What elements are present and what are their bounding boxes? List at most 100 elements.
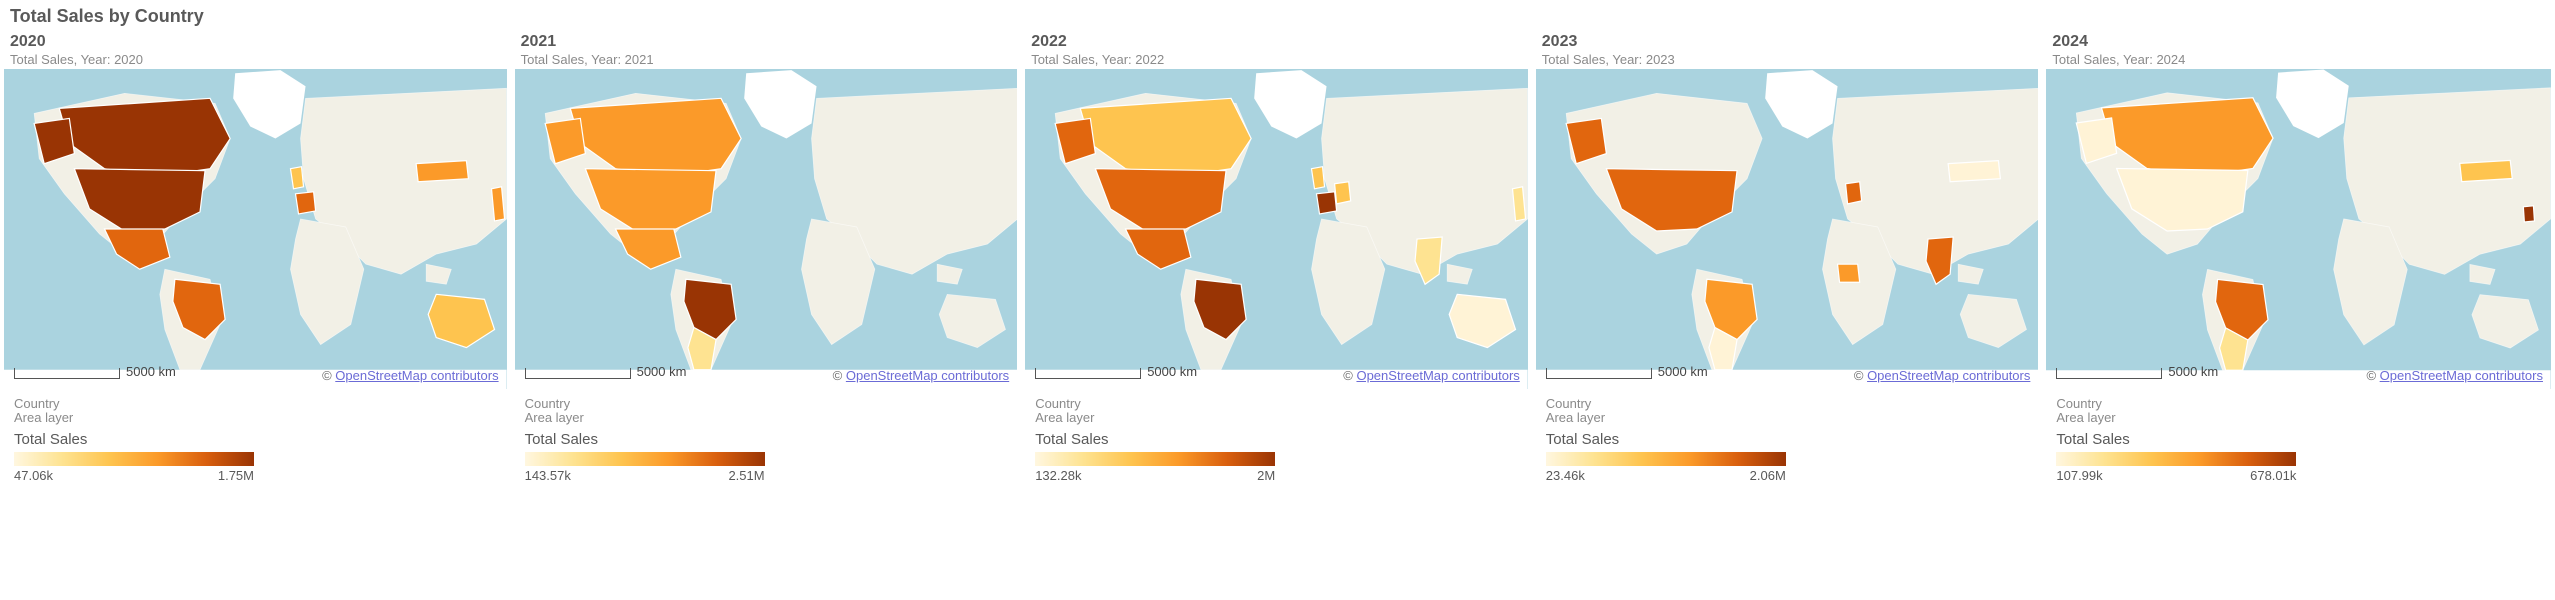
page-title: Total Sales by Country [0,0,2555,29]
legend-dim-sub: Area layer [1035,411,1520,431]
country-mongolia[interactable] [2460,160,2512,181]
legend-gradient [1546,452,1786,466]
attribution-prefix: © [322,368,335,383]
scale-label: 5000 km [126,364,176,379]
country-germany[interactable] [1845,182,1861,204]
legend-min: 143.57k [525,468,571,483]
legend-measure-label: Total Sales [525,431,1010,452]
country-mexico[interactable] [1126,229,1191,269]
choropleth-map[interactable]: 5000 km © OpenStreetMap contributors [515,69,1020,389]
scale-label: 5000 km [1147,364,1197,379]
panel-subtitle: Total Sales, Year: 2022 [1031,51,1524,67]
map-attribution: © OpenStreetMap contributors [833,368,1010,383]
legend-dim-title: Country [14,397,499,411]
country-uk[interactable] [290,167,303,189]
map-attribution: © OpenStreetMap contributors [2366,368,2543,383]
map-panels: 2020Total Sales, Year: 2020 5000 km © Open… [0,29,2555,497]
osm-attribution-link[interactable]: OpenStreetMap contributors [2380,368,2543,383]
scale-label: 5000 km [2168,364,2218,379]
legend-gradient [1035,452,1275,466]
legend-dim-sub: Area layer [1546,411,2031,431]
country-mongolia[interactable] [1948,161,2000,182]
scale-label: 5000 km [1658,364,1708,379]
legend: CountryArea layerTotal Sales132.28k2M [1025,389,1530,490]
legend-min: 23.46k [1546,468,1585,483]
legend-dim-title: Country [1035,397,1520,411]
osm-attribution-link[interactable]: OpenStreetMap contributors [335,368,498,383]
country-uk[interactable] [1312,167,1325,189]
choropleth-map[interactable]: 5000 km © OpenStreetMap contributors [2046,69,2551,389]
choropleth-map[interactable]: 5000 km © OpenStreetMap contributors [1025,69,1530,389]
choropleth-map[interactable]: 5000 km © OpenStreetMap contributors [1536,69,2041,389]
choropleth-map[interactable]: 5000 km © OpenStreetMap contributors [4,69,509,389]
legend-gradient [2056,452,2296,466]
panel-subtitle: Total Sales, Year: 2020 [10,51,503,67]
legend-dim-title: Country [1546,397,2031,411]
country-japan[interactable] [492,187,505,221]
legend-max: 1.75M [218,468,254,483]
scale-bar: 5000 km [2056,364,2218,379]
osm-attribution-link[interactable]: OpenStreetMap contributors [1867,368,2030,383]
legend-range: 23.46k2.06M [1546,468,1786,483]
map-attribution: © OpenStreetMap contributors [1854,368,2031,383]
legend-measure-label: Total Sales [14,431,499,452]
country-japan[interactable] [1513,187,1526,221]
panel-year-label: 2020 [10,33,503,51]
legend-gradient [14,452,254,466]
scale-bar: 5000 km [14,364,176,379]
legend-range: 143.57k 2.51M [525,468,765,483]
map-panel-2022: 2022Total Sales, Year: 2022 5000 km © Open… [1025,29,1530,489]
panel-subtitle: Total Sales, Year: 2024 [2052,51,2545,67]
country-france[interactable] [1317,192,1337,214]
panel-subtitle: Total Sales, Year: 2023 [1542,51,2035,67]
panel-header: 2023Total Sales, Year: 2023 [1536,29,2041,69]
panel-subtitle: Total Sales, Year: 2021 [521,51,1014,67]
map-panel-2023: 2023Total Sales, Year: 2023 5000 km © Open… [1536,29,2041,489]
attribution-prefix: © [2366,368,2379,383]
legend-dim-title: Country [2056,397,2541,411]
panel-year-label: 2022 [1031,33,1524,51]
map-panel-2020: 2020Total Sales, Year: 2020 5000 km © Open… [4,29,509,489]
panel-year-label: 2021 [521,33,1014,51]
country-germany[interactable] [1335,182,1351,204]
map-panel-2021: 2021Total Sales, Year: 2021 5000 km © Open… [515,29,1020,489]
osm-attribution-link[interactable]: OpenStreetMap contributors [1356,368,1519,383]
panel-header: 2024Total Sales, Year: 2024 [2046,29,2551,69]
country-mongolia[interactable] [416,161,468,182]
legend-min: 47.06k [14,468,53,483]
legend: CountryArea layerTotal Sales 107.99k 678.0… [2046,389,2551,490]
country-australia[interactable] [1449,294,1515,347]
attribution-prefix: © [833,368,846,383]
country-france[interactable] [296,192,316,214]
legend-measure-label: Total Sales [1035,431,1520,452]
legend: CountryArea layerTotal Sales143.57k2.51M [515,389,1020,490]
country-nigeria[interactable] [1837,264,1859,282]
scale-bar: 5000 km [1546,364,1708,379]
legend: CountryArea layerTotal Sales 23.46k2.06M [1536,389,2041,490]
legend-max: 2.51M [728,468,764,483]
country-mexico[interactable] [615,229,680,269]
legend-range: 107.99k 678.01k [2056,468,2296,483]
country-southkorea[interactable] [2524,206,2535,222]
legend-min: 107.99k [2056,468,2102,483]
country-india[interactable] [1926,237,1953,284]
legend-measure-label: Total Sales [2056,431,2541,452]
legend-max: 678.01k [2250,468,2296,483]
map-panel-2024: 2024Total Sales, Year: 2024 5000 km © Open… [2046,29,2551,489]
panel-year-label: 2023 [1542,33,2035,51]
osm-attribution-link[interactable]: OpenStreetMap contributors [846,368,1009,383]
legend-dim-sub: Area layer [2056,411,2541,431]
scale-bar: 5000 km [1035,364,1197,379]
panel-year-label: 2024 [2052,33,2545,51]
country-india[interactable] [1415,237,1442,284]
panel-header: 2021Total Sales, Year: 2021 [515,29,1020,69]
legend-max: 2M [1257,468,1275,483]
attribution-prefix: © [1343,368,1356,383]
scale-label: 5000 km [637,364,687,379]
legend-dim-sub: Area layer [525,411,1010,431]
map-attribution: © OpenStreetMap contributors [1343,368,1520,383]
legend-gradient [525,452,765,466]
country-australia[interactable] [428,294,494,347]
legend-measure-label: Total Sales [1546,431,2031,452]
country-mexico[interactable] [105,229,170,269]
